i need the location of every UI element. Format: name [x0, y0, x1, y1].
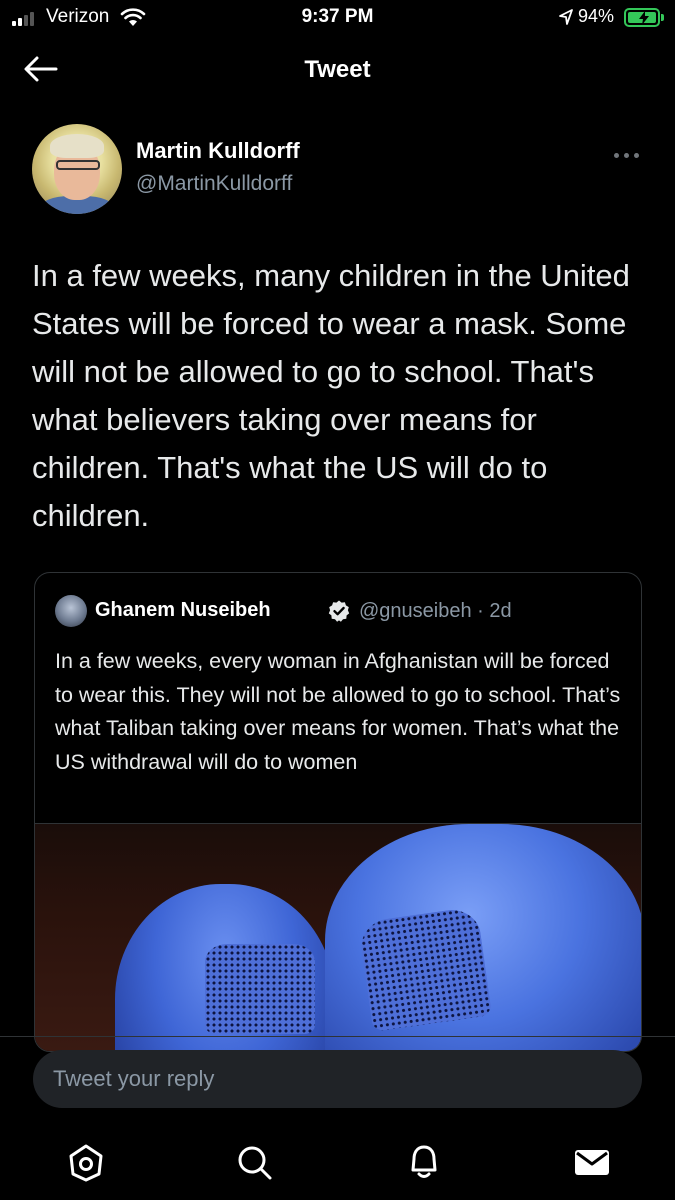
quoted-tweet-image[interactable]	[35, 823, 641, 1051]
header: Tweet	[0, 36, 675, 102]
divider	[0, 1036, 675, 1037]
quoted-avatar	[55, 595, 87, 627]
home-icon[interactable]	[64, 1140, 108, 1184]
verified-badge-icon	[328, 600, 350, 622]
reply-input[interactable]	[33, 1050, 642, 1108]
author-name[interactable]: Martin Kulldorff	[136, 138, 300, 164]
quoted-author-handle: @gnuseibeh · 2d	[359, 600, 512, 622]
battery-icon	[624, 8, 664, 27]
tweet-author: Martin Kulldorff @MartinKulldorff	[32, 124, 642, 216]
quoted-author-name: Ghanem Nuseibeh	[95, 599, 271, 621]
bottom-nav	[0, 1130, 675, 1200]
battery-percent: 94%	[578, 6, 615, 26]
more-options-icon[interactable]	[614, 150, 640, 160]
avatar[interactable]	[32, 124, 122, 214]
quoted-tweet[interactable]: Ghanem Nuseibeh @gnuseibeh · 2d In a few…	[34, 572, 642, 1052]
search-icon[interactable]	[232, 1140, 276, 1184]
tweet-text: In a few weeks, many children in the Uni…	[32, 258, 630, 533]
bell-icon[interactable]	[402, 1140, 446, 1184]
page-title: Tweet	[304, 56, 371, 83]
location-arrow-icon	[559, 9, 573, 25]
status-bar: Verizon 9:37 PM 94%	[0, 0, 675, 36]
author-handle[interactable]: @MartinKulldorff	[136, 172, 292, 196]
mail-icon[interactable]	[570, 1140, 614, 1184]
quoted-tweet-text: In a few weeks, every woman in Afghanist…	[55, 649, 621, 774]
